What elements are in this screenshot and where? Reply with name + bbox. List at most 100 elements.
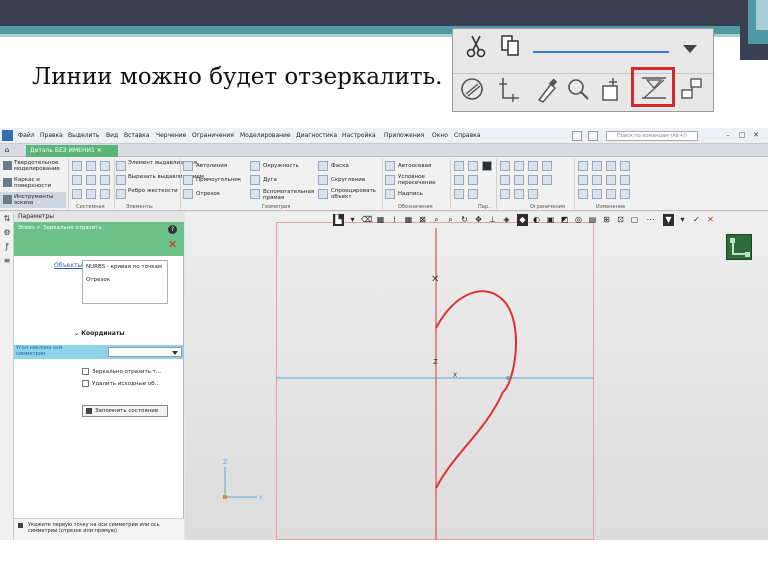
menu-help[interactable]: Справка [454,132,480,139]
menu-apps[interactable]: Приложения [384,132,424,139]
chamfer-icon[interactable] [318,161,328,171]
eraser-icon[interactable]: ⌫ [361,214,372,226]
sketch-drawing[interactable]: ✕ Z X Z Y [185,212,768,540]
segment-icon[interactable] [183,189,193,199]
snap-icon[interactable]: ▙ [333,214,344,226]
edit-icon-3[interactable] [606,161,616,171]
constraint-icon-7[interactable] [528,175,538,185]
aux-line-label[interactable]: Вспомогательная прямая [263,189,314,201]
inscription-icon[interactable] [385,189,395,199]
constraint-icon-2[interactable] [514,161,524,171]
checkbox-icon[interactable] [82,368,89,375]
chamfer-label[interactable]: Фаска [331,163,349,169]
coordinate-icon[interactable] [495,74,521,104]
layers-icon[interactable]: ▤ [587,214,598,226]
delete-source-checkbox[interactable]: Удалить исходные об... [82,380,160,389]
constraint-icon-5[interactable] [500,175,510,185]
sketch-mode-icon[interactable] [726,234,752,260]
menu-modeling[interactable]: Моделирование [240,132,291,139]
edit-icon-5[interactable] [578,175,588,185]
shade-icon[interactable]: ▣ [545,214,556,226]
menu-diagnostics[interactable]: Диагностика [296,132,337,139]
save-state-button[interactable]: Запомнить состояние [82,405,168,417]
ribbon-sketch-tools[interactable]: Инструменты эскиза [0,192,66,208]
inscription-label[interactable]: Надпись [398,191,423,197]
grid-icon[interactable]: ▦ [375,214,386,226]
measure-icon[interactable]: ⊞ [601,214,612,226]
menu-drawing[interactable]: Черчение [156,132,186,139]
display-icon[interactable]: ◐ [531,214,542,226]
fillet-label[interactable]: Скругление [331,177,365,183]
drawing-canvas[interactable]: ✕ Z X Z Y ▙ ▾ ⌫ ▦ ⁞ ▦ ⊠ ⌕ ⌕ ↻ ✥ ⊥ ◈ ◆ ◐ … [185,212,768,540]
constraint-icon-6[interactable] [514,175,524,185]
arc-label[interactable]: Дуга [263,177,277,183]
arc-icon[interactable] [250,175,260,185]
ribbon-solid-modeling[interactable]: Твердотельное моделирование [0,158,66,174]
menu-view[interactable]: Вид [106,132,118,139]
axis-angle-select[interactable] [108,347,182,357]
auto-axis-icon[interactable] [385,161,395,171]
new-icon[interactable] [72,161,82,171]
chevron-down-icon[interactable] [683,45,697,53]
coordinates-section-header[interactable]: ⌄ Координаты [74,330,125,337]
tree-icon[interactable]: ⇅ [2,214,12,224]
menu-select[interactable]: Выделить [68,132,99,139]
list-item[interactable]: NURBS - кривая по точкам [86,264,162,270]
project-label[interactable]: Спроецировать объект [331,188,379,200]
hide-icon[interactable]: ◎ [573,214,584,226]
menu-insert[interactable]: Вставка [124,132,149,139]
constraint-icon-10[interactable] [514,189,524,199]
menu-constraints[interactable]: Ограничения [192,132,234,139]
view-icon[interactable]: ◈ [501,214,512,226]
constraint-icon-1[interactable] [500,161,510,171]
zoom-fit-icon[interactable]: ⌕ [445,214,456,226]
segment-label[interactable]: Отрезок [196,191,220,197]
pan-icon[interactable]: ✥ [473,214,484,226]
objects-list[interactable]: NURBS - кривая по точкам Отрезок [82,260,168,304]
cancel-icon[interactable]: ✕ [168,239,177,250]
edit-icon-4[interactable] [620,161,630,171]
help-icon[interactable]: ? [168,225,177,234]
confirm-icon[interactable]: ✓ [691,214,702,226]
list-item[interactable]: Отрезок [86,277,110,283]
select-icon[interactable]: ⊡ [615,214,626,226]
copy-icon[interactable] [497,33,523,63]
params-icon[interactable]: ⚙ [2,228,12,238]
frame-icon[interactable]: ▢ [629,214,640,226]
fillet-icon[interactable] [459,74,485,104]
toolbar-icon-2[interactable] [588,131,598,141]
param-icon-2[interactable] [468,161,478,171]
print-icon[interactable] [86,175,96,185]
dots-icon[interactable]: ⁞ [389,214,400,226]
home-icon[interactable]: ⌂ [2,146,12,155]
close-sketch-icon[interactable]: ✕ [705,214,716,226]
aux-line-icon[interactable] [250,189,260,199]
menu-edit[interactable]: Правка [40,132,63,139]
pin-icon[interactable]: ▾ [347,214,358,226]
zoom-icon[interactable]: ⌕ [431,214,442,226]
rib-icon[interactable] [116,189,126,199]
autoline-icon[interactable] [183,161,193,171]
circle-label[interactable]: Окружность [263,163,299,169]
arrange-icon[interactable] [679,74,705,104]
copy-small-icon[interactable] [86,189,96,199]
rib-label[interactable]: Ребро жесткости [128,188,178,194]
constraint-icon-3[interactable] [528,161,538,171]
eyedropper-icon[interactable] [533,74,559,104]
menu-file[interactable]: Файл [18,132,35,139]
line-style-preview[interactable] [533,51,669,53]
param-icon-6[interactable] [468,189,478,199]
section-icon[interactable]: ◩ [559,214,570,226]
undo-icon[interactable] [72,175,82,185]
menu-window[interactable]: Окно [432,132,448,139]
minimize-icon[interactable]: – [722,130,734,141]
constraint-icon-8[interactable] [542,175,552,185]
edit-icon-7[interactable] [606,175,616,185]
props-icon[interactable] [100,175,110,185]
cut-icon[interactable] [72,189,82,199]
cube-icon[interactable]: ◆ [517,214,528,226]
zoom-icon[interactable] [565,74,591,104]
toolbar-icon-1[interactable] [572,131,582,141]
formula-icon[interactable]: ƒ [2,242,12,252]
circle-icon[interactable] [250,161,260,171]
